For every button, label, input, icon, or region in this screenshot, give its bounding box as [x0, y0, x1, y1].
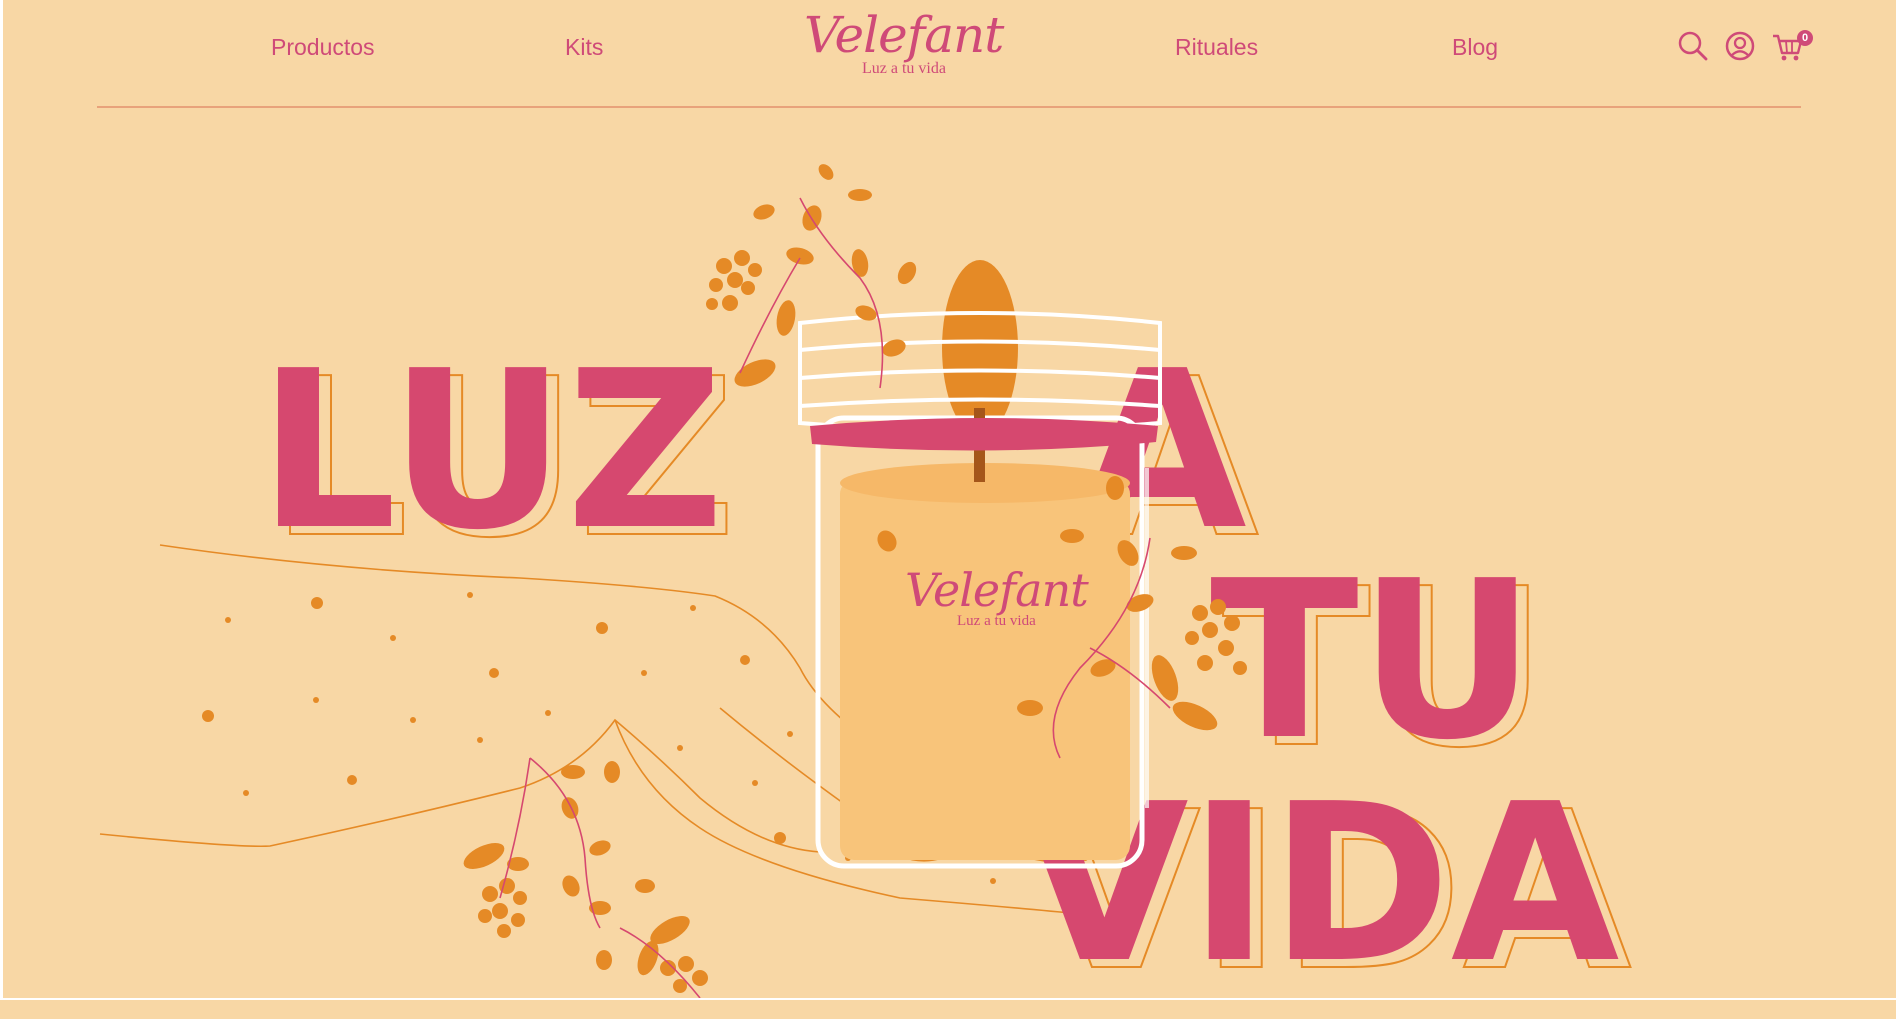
- logo-tagline: Luz a tu vida: [862, 60, 946, 77]
- site-header: Productos Kits Velefant Luz a tu vida Ri…: [0, 0, 1896, 108]
- nav-link-blog[interactable]: Blog: [1452, 34, 1498, 61]
- search-icon[interactable]: [1675, 28, 1711, 64]
- nav-link-rituales[interactable]: Rituales: [1175, 34, 1258, 61]
- candle-jar-illustration: [463, 164, 1247, 998]
- cart-count-badge: 0: [1797, 30, 1813, 46]
- user-circle-icon[interactable]: [1722, 28, 1758, 64]
- site-logo[interactable]: Velefant Luz a tu vida: [800, 6, 1004, 80]
- nav-link-productos[interactable]: Productos: [271, 34, 375, 61]
- hero-banner: LUZ LUZ A A TU TU VIDA VIDA Velefant Luz…: [0, 108, 1896, 1003]
- candle-label-name: Velefant: [905, 563, 1089, 617]
- logo-name: Velefant: [804, 6, 1004, 64]
- candle-label: Velefant Luz a tu vida: [905, 563, 1089, 643]
- nav-link-kits[interactable]: Kits: [565, 34, 603, 61]
- candle-label-tagline: Luz a tu vida: [957, 613, 1036, 629]
